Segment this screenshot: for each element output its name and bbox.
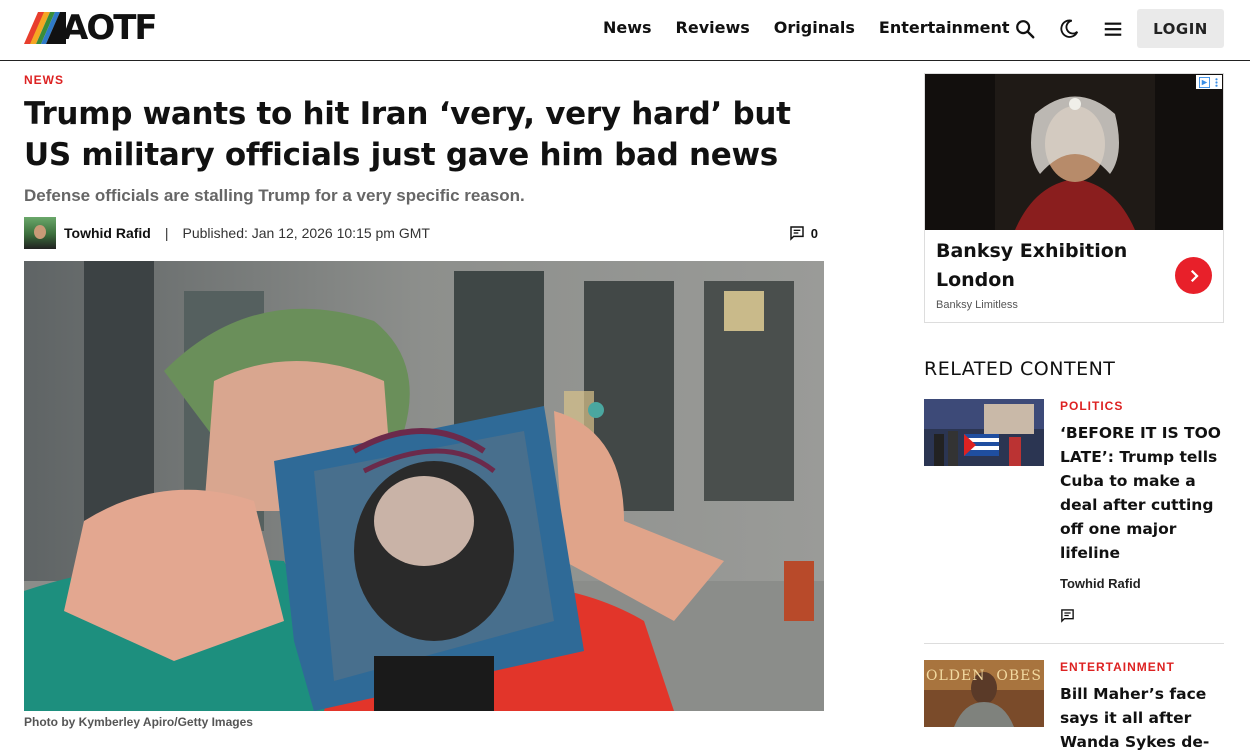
related-item[interactable]: POLITICS ‘BEFORE IT IS TOO LATE’: Trump … <box>924 399 1224 629</box>
comment-count-link[interactable]: 0 <box>789 225 818 241</box>
moon-icon[interactable] <box>1056 16 1082 42</box>
article-byline: Towhid Rafid | Published: Jan 12, 2026 1… <box>24 217 824 249</box>
main-nav: News Reviews Originals Entertainment <box>603 18 1034 37</box>
related-category[interactable]: POLITICS <box>1060 399 1123 413</box>
search-icon[interactable] <box>1012 16 1038 42</box>
comment-count: 0 <box>810 225 818 241</box>
ad-arrow-button[interactable] <box>1175 257 1212 294</box>
article-category[interactable]: NEWS <box>24 73 64 87</box>
logo-text: AOTF <box>62 8 158 48</box>
publish-date: Published: Jan 12, 2026 10:15 pm GMT <box>182 225 430 241</box>
related-divider <box>924 643 1224 644</box>
hamburger-menu-icon[interactable] <box>1100 16 1126 42</box>
site-header: AOTF News Reviews Originals Entertainmen… <box>0 0 1250 61</box>
photo-credit: Photo by Kymberley Apiro/Getty Images <box>24 715 253 729</box>
ad-title[interactable]: Banksy Exhibition London <box>936 237 1156 295</box>
author-avatar[interactable] <box>24 217 56 249</box>
related-content-heading: RELATED CONTENT <box>924 358 1116 380</box>
related-thumbnail[interactable] <box>924 399 1044 466</box>
related-author[interactable]: Towhid Rafid <box>1060 576 1141 591</box>
nav-reviews[interactable]: Reviews <box>676 18 750 37</box>
comment-icon[interactable] <box>1060 608 1075 628</box>
byline-separator: | <box>164 225 169 241</box>
ad-choices-badge[interactable] <box>1196 75 1222 89</box>
related-thumb-text: OLDEN OBES <box>926 668 1042 684</box>
related-title[interactable]: Bill Maher’s face says it all after Wand… <box>1060 682 1224 754</box>
login-button[interactable]: LOGIN <box>1137 9 1224 48</box>
ad-source: Banksy Limitless <box>936 299 1018 311</box>
comment-icon <box>790 226 804 241</box>
site-logo[interactable]: AOTF <box>24 8 158 48</box>
more-options-icon <box>1215 77 1218 87</box>
related-thumbnail[interactable]: OLDEN OBES <box>924 660 1044 727</box>
sidebar-ad[interactable]: Banksy Exhibition London Banksy Limitles… <box>924 73 1224 323</box>
hero-image <box>24 261 824 711</box>
related-title[interactable]: ‘BEFORE IT IS TOO LATE’: Trump tells Cub… <box>1060 421 1224 565</box>
logo-stripes <box>24 12 66 44</box>
nav-originals[interactable]: Originals <box>774 18 855 37</box>
nav-news[interactable]: News <box>603 18 652 37</box>
related-item[interactable]: OLDEN OBES ENTERTAINMENT Bill Maher’s fa… <box>924 660 1224 755</box>
ad-choices-icon <box>1199 76 1210 88</box>
chevron-right-icon <box>1190 269 1199 282</box>
article-headline: Trump wants to hit Iran ‘very, very hard… <box>24 96 791 173</box>
ad-image[interactable] <box>925 74 1223 230</box>
nav-entertainment[interactable]: Entertainment <box>879 18 1010 37</box>
related-category[interactable]: ENTERTAINMENT <box>1060 660 1175 674</box>
author-name[interactable]: Towhid Rafid <box>64 225 151 241</box>
article-subheadline: Defense officials are stalling Trump for… <box>24 186 525 205</box>
